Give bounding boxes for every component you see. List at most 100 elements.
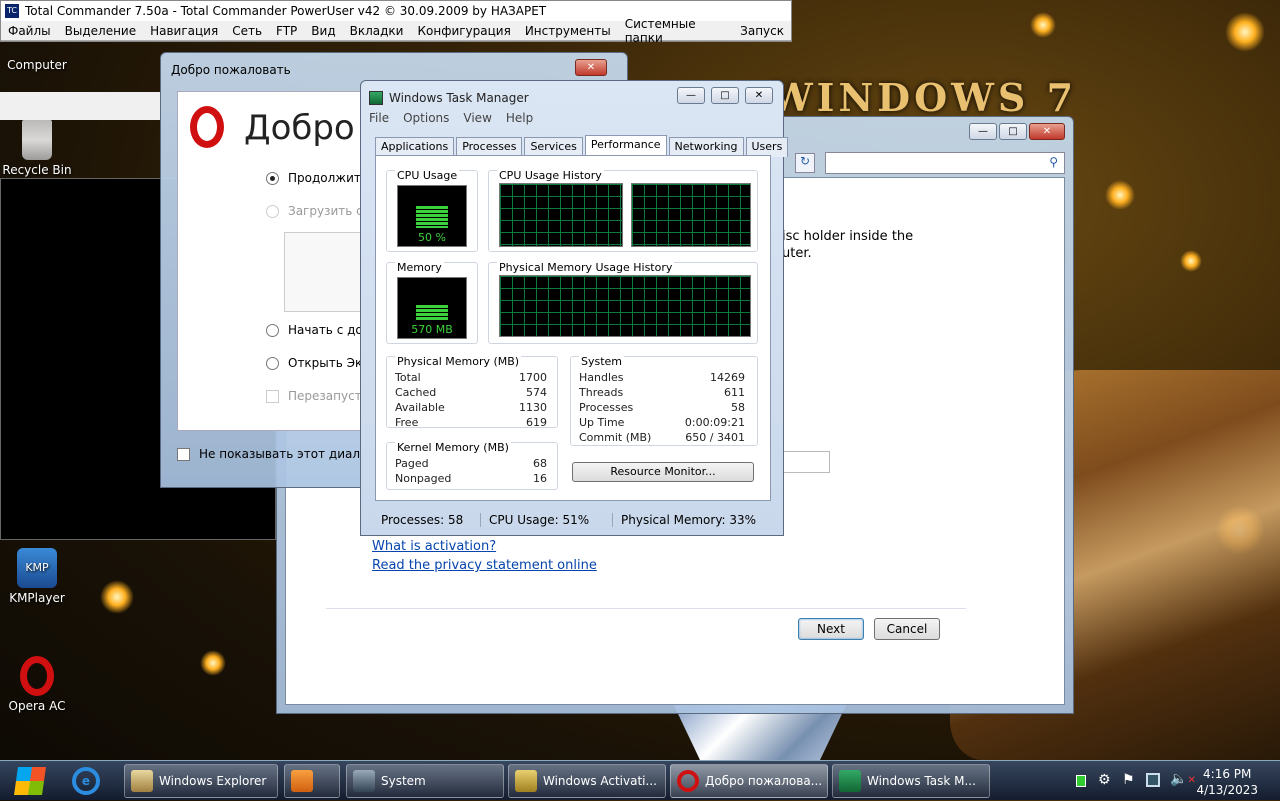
clock-date: 4/13/2023 (1196, 783, 1258, 797)
recycle-bin-icon (22, 120, 52, 160)
network-icon[interactable] (1146, 773, 1160, 787)
clock[interactable]: 4:16 PM 4/13/2023 (1196, 766, 1258, 798)
tm-menu-file[interactable]: File (369, 111, 389, 125)
tc-menu-files[interactable]: Файлы (1, 24, 58, 38)
system-icon (353, 770, 375, 792)
tc-menu-launch[interactable]: Запуск (733, 24, 791, 38)
system-key: Commit (MB) (579, 431, 652, 444)
tc-menu-view[interactable]: Вид (304, 24, 342, 38)
tm-menu-view[interactable]: View (463, 111, 491, 125)
kernel-memory-row: Nonpaged 16 (395, 472, 547, 486)
tc-menu-selection[interactable]: Выделение (58, 24, 143, 38)
tab-services[interactable]: Services (524, 137, 583, 157)
dont-show-checkbox[interactable] (177, 448, 190, 461)
physical-memory-key: Cached (395, 386, 437, 399)
tc-menu-ftp[interactable]: FTP (269, 24, 304, 38)
search-icon: ⚲ (1049, 155, 1058, 169)
desktop-icon-opera[interactable]: Opera AC (0, 656, 74, 713)
activation-search-box[interactable]: ⚲ (825, 152, 1065, 174)
tab-networking[interactable]: Networking (668, 137, 744, 157)
privacy-statement-link[interactable]: Read the privacy statement online (372, 558, 597, 573)
task-manager-icon (369, 91, 383, 105)
mute-x-icon: ✕ (1187, 775, 1196, 786)
performance-panel: CPU Usage 50 % CPU Usage History Memory … (375, 155, 771, 501)
physical-memory-value: 1700 (519, 371, 547, 384)
restart-checkbox[interactable] (266, 390, 279, 403)
activation-field[interactable] (782, 451, 830, 473)
opera-label: Opera AC (8, 699, 66, 713)
physical-memory-value: 1130 (519, 401, 547, 414)
status-cpu: CPU Usage: 51% (481, 513, 613, 527)
radio-open-express[interactable] (266, 357, 279, 370)
kernel-memory-title: Kernel Memory (MB) (395, 441, 511, 454)
next-button[interactable]: Next (798, 618, 864, 640)
clock-time: 4:16 PM (1203, 767, 1252, 781)
radio-continue[interactable] (266, 172, 279, 185)
activation-close-button[interactable]: ✕ (1029, 123, 1065, 140)
opera-dialog-close-button[interactable]: ✕ (575, 59, 607, 76)
taskbar-item-task-manager[interactable]: Windows Task M... (832, 764, 990, 798)
system-value: 58 (731, 401, 745, 414)
kernel-memory-value: 68 (533, 457, 547, 470)
tc-menu-network[interactable]: Сеть (225, 24, 269, 38)
tab-applications[interactable]: Applications (375, 137, 455, 157)
kernel-memory-key: Nonpaged (395, 472, 452, 485)
system-title: System (579, 355, 625, 368)
resource-monitor-button[interactable]: Resource Monitor... (572, 462, 754, 482)
tab-performance[interactable]: Performance (584, 135, 667, 155)
cpu-history-label: CPU Usage History (497, 169, 604, 182)
cancel-button[interactable]: Cancel (874, 618, 940, 640)
tc-menu-navigation[interactable]: Навигация (143, 24, 225, 38)
radio-continue-label: Продолжить (288, 171, 368, 185)
tc-menu-tabs[interactable]: Вкладки (343, 24, 411, 38)
task-manager-window[interactable]: Windows Task Manager — □ ✕ File Options … (360, 80, 789, 536)
activation-minimize-button[interactable]: — (969, 123, 997, 140)
system-key: Handles (579, 371, 624, 384)
taskbar-item-windows-explorer[interactable]: Windows Explorer (124, 764, 278, 798)
tc-menu-tools[interactable]: Инструменты (518, 24, 618, 38)
tm-maximize-button[interactable]: □ (711, 87, 739, 104)
taskbar-item-media-player[interactable] (284, 764, 340, 798)
taskbar-item-opera-welcome[interactable]: Добро пожалова... (670, 764, 828, 798)
radio-load[interactable] (266, 205, 279, 218)
cpu-history-group: CPU Usage History (488, 169, 758, 252)
system-key: Up Time (579, 416, 625, 429)
tm-menu-help[interactable]: Help (506, 111, 533, 125)
activation-maximize-button[interactable]: □ (999, 123, 1027, 140)
start-button[interactable] (6, 763, 54, 799)
taskbar-item-windows-activation[interactable]: Windows Activati... (508, 764, 666, 798)
tc-menu-system-folders[interactable]: Системные папки (618, 17, 733, 45)
tc-menu-configuration[interactable]: Конфигурация (410, 24, 517, 38)
tab-users[interactable]: Users (745, 137, 789, 157)
memory-group: Memory 570 MB (386, 261, 478, 344)
recycle-bin-label: Recycle Bin (2, 163, 72, 177)
wallpaper-windows7-logo: WINDOWS 7 (770, 75, 1078, 120)
tm-menu-options[interactable]: Options (403, 111, 449, 125)
total-commander-window[interactable]: TC Total Commander 7.50a - Total Command… (0, 0, 792, 45)
cpu-usage-value: 50 % (418, 231, 446, 244)
system-value: 0:00:09:21 (684, 416, 745, 429)
total-commander-icon: TC (5, 4, 19, 18)
kernel-memory-key: Paged (395, 457, 429, 470)
activation-body-text-2: uter. (782, 246, 812, 261)
action-center-flag-icon[interactable]: ⚑ (1122, 772, 1135, 788)
what-is-activation-link[interactable]: What is activation? (372, 539, 496, 554)
tm-close-button[interactable]: ✕ (745, 87, 773, 104)
cpu-history-graph-2 (631, 183, 751, 247)
system-row: Processes 58 (579, 401, 745, 415)
ie-quicklaunch-icon[interactable]: e (72, 767, 100, 795)
desktop-icon-computer[interactable]: Computer (0, 58, 74, 72)
activation-refresh-icon[interactable]: ↻ (795, 153, 815, 173)
taskbar-label-windows-explorer: Windows Explorer (159, 774, 267, 788)
radio-start-home[interactable] (266, 324, 279, 337)
tab-processes[interactable]: Processes (456, 137, 523, 157)
taskbar-item-system[interactable]: System (346, 764, 504, 798)
explorer-fragment (0, 92, 160, 120)
desktop-icon-kmplayer[interactable]: KMP KMPlayer (0, 548, 74, 605)
battery-icon[interactable] (1076, 775, 1086, 787)
taskbar-label-system: System (381, 774, 426, 788)
volume-muted-icon[interactable]: 🔈✕ (1170, 771, 1196, 787)
tm-minimize-button[interactable]: — (677, 87, 705, 104)
desktop-icon-recycle-bin[interactable]: Recycle Bin (0, 120, 74, 177)
settings-tray-icon[interactable]: ⚙ (1098, 772, 1111, 788)
